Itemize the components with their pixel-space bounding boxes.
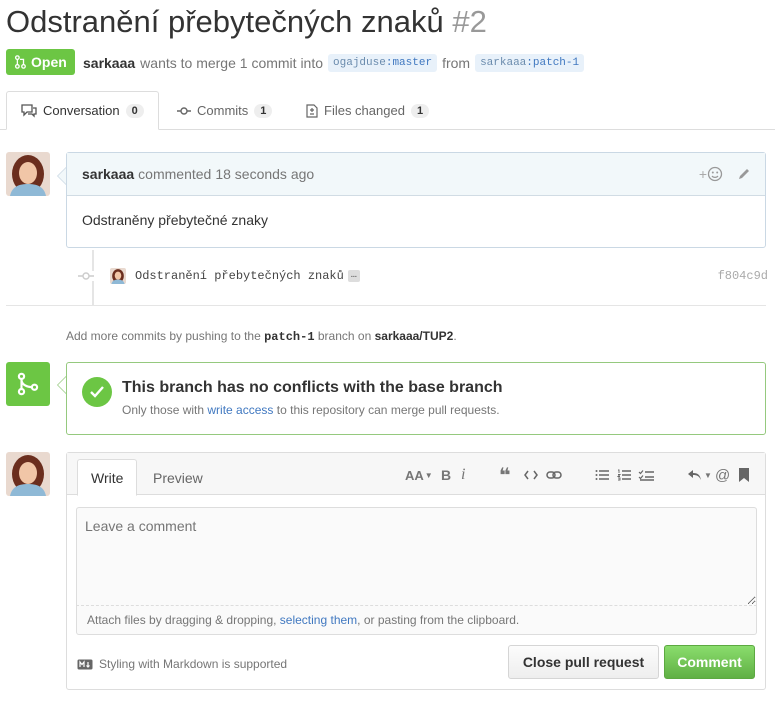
- tab-counter: 0: [125, 103, 144, 118]
- comment-header: sarkaaa commented 18 seconds ago +: [67, 153, 765, 196]
- git-commit-icon: [78, 271, 94, 281]
- list-ordered-icon: [617, 469, 631, 481]
- code-icon: [524, 470, 538, 480]
- pr-title: Odstranění přebytečných znaků #2: [6, 4, 487, 40]
- tab-label: Conversation: [43, 103, 120, 118]
- meta-text: wants to merge 1 commit into: [140, 55, 324, 71]
- commit-row: Odstranění přebytečných znaků … f804c9d: [78, 268, 768, 284]
- bold-button[interactable]: B: [441, 463, 451, 487]
- markdown-icon: [77, 659, 93, 669]
- git-merge-icon: [17, 372, 39, 396]
- pr-number: #2: [452, 4, 487, 39]
- commit-sha[interactable]: f804c9d: [718, 269, 768, 283]
- pull-request-icon: [14, 55, 26, 69]
- hint-middle: branch on: [317, 329, 372, 343]
- markdown-help[interactable]: Styling with Markdown is supported: [77, 657, 287, 671]
- attach-prefix: Attach files by dragging & dropping,: [87, 613, 277, 627]
- bookmark-button[interactable]: [739, 463, 749, 487]
- comment-action: commented: [138, 166, 212, 182]
- ordered-list-button[interactable]: [617, 463, 631, 487]
- write-access-link[interactable]: write access: [207, 403, 273, 417]
- base-ref[interactable]: ogajduse:master: [328, 54, 438, 72]
- tab-counter: 1: [410, 103, 430, 118]
- chevron-down-icon: ▼: [424, 470, 433, 480]
- comment-discussion-icon: [21, 103, 37, 118]
- tab-preview[interactable]: Preview: [153, 459, 203, 496]
- merge-status-title: This branch has no conflicts with the ba…: [122, 379, 503, 396]
- task-list-button[interactable]: [638, 463, 654, 487]
- code-button[interactable]: [524, 463, 538, 487]
- base-owner: ogajduse: [333, 57, 386, 69]
- plus-label: +: [698, 166, 707, 182]
- comment-textarea[interactable]: [76, 507, 757, 606]
- merge-status-desc: Only those with write access to this rep…: [122, 403, 500, 417]
- smiley-icon: [707, 166, 723, 182]
- file-diff-icon: [306, 103, 318, 118]
- markdown-note: Styling with Markdown is supported: [99, 657, 288, 671]
- commit-expand-button[interactable]: …: [347, 270, 360, 282]
- tab-files-changed[interactable]: Files changed 1: [306, 91, 430, 130]
- header-label: AA: [405, 467, 424, 483]
- comment-body: Odstraněny přebytečné znaky: [82, 212, 268, 228]
- comment-author[interactable]: sarkaaa: [82, 166, 134, 182]
- check-circle-icon: [82, 377, 112, 407]
- pr-meta: sarkaaa wants to merge 1 commit into oga…: [83, 54, 585, 72]
- timeline-separator: [6, 305, 766, 306]
- merge-status-box: [66, 362, 766, 435]
- base-branch: master: [392, 57, 433, 69]
- avatar[interactable]: [6, 452, 50, 496]
- comment-timestamp[interactable]: 18 seconds ago: [215, 166, 314, 182]
- comment-button[interactable]: Comment: [664, 645, 755, 679]
- tasklist-icon: [638, 470, 654, 481]
- link-icon: [546, 471, 562, 479]
- reply-icon: [688, 470, 701, 480]
- pencil-icon[interactable]: [737, 167, 751, 181]
- status-badge: Open: [6, 49, 75, 75]
- pr-title-text: Odstranění přebytečných znaků: [6, 4, 444, 39]
- merge-desc-suffix: to this repository can merge pull reques…: [276, 403, 500, 417]
- commit-author-avatar[interactable]: [110, 268, 126, 284]
- comment-box: sarkaaa commented 18 seconds ago + Odstr…: [66, 152, 766, 248]
- head-owner: sarkaaa: [480, 57, 527, 69]
- tab-label: Commits: [197, 103, 249, 118]
- hint-branch: patch-1: [264, 330, 315, 344]
- tab-write[interactable]: Write: [77, 459, 138, 496]
- chevron-down-icon: ▼: [704, 470, 712, 480]
- commit-message[interactable]: Odstranění přebytečných znaků: [135, 269, 344, 283]
- add-reaction-button[interactable]: +: [699, 166, 723, 182]
- head-ref[interactable]: sarkaaa:patch-1: [475, 54, 585, 72]
- pr-author-link[interactable]: sarkaaa: [83, 55, 135, 71]
- tab-conversation[interactable]: Conversation 0: [6, 91, 159, 130]
- from-text: from: [442, 55, 471, 71]
- attach-suffix: , or pasting from the clipboard.: [357, 613, 520, 627]
- select-files-link[interactable]: selecting them: [280, 613, 357, 627]
- attach-files-bar[interactable]: Attach files by dragging & dropping, sel…: [76, 606, 757, 635]
- status-label: Open: [31, 54, 67, 70]
- quote-button[interactable]: ❝: [499, 463, 511, 487]
- merge-desc-prefix: Only those with: [122, 403, 205, 417]
- merge-icon-badge: [6, 362, 50, 406]
- close-pull-request-button[interactable]: Close pull request: [508, 645, 659, 679]
- tab-counter: 1: [254, 103, 273, 118]
- tab-commits[interactable]: Commits 1: [177, 91, 273, 130]
- tab-label: Files changed: [324, 103, 405, 118]
- header-text-button[interactable]: AA ▼: [405, 463, 433, 487]
- hint-suffix: .: [453, 329, 457, 343]
- hint-prefix: Add more commits by pushing to the: [66, 329, 261, 343]
- link-button[interactable]: [546, 463, 562, 487]
- git-commit-icon: [177, 106, 191, 115]
- bookmark-icon: [739, 468, 749, 482]
- mention-button[interactable]: @: [715, 463, 730, 487]
- list-unordered-icon: [595, 470, 609, 480]
- hint-repo: sarkaaa/TUP2: [374, 329, 454, 343]
- unordered-list-button[interactable]: [595, 463, 609, 487]
- reply-button[interactable]: ▼: [687, 463, 712, 487]
- head-branch: patch-1: [532, 57, 580, 69]
- avatar[interactable]: [6, 152, 50, 196]
- push-hint: Add more commits by pushing to the patch…: [66, 329, 457, 344]
- italic-button[interactable]: i: [461, 463, 465, 487]
